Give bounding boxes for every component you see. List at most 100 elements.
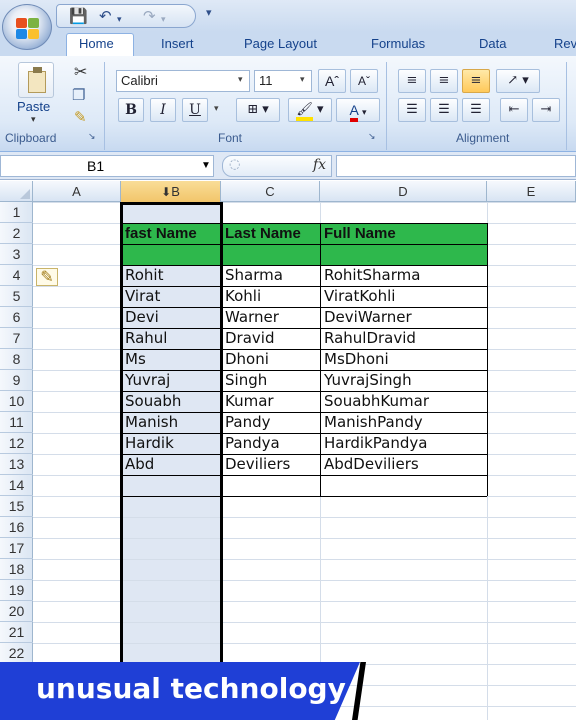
full-name-cell[interactable]: ViratKohli bbox=[320, 286, 487, 307]
full-name-cell[interactable]: HardikPandya bbox=[320, 433, 487, 454]
row-header-9[interactable]: 9 bbox=[0, 370, 33, 391]
align-top-button[interactable]: ≡ bbox=[398, 69, 426, 93]
row-header-21[interactable]: 21 bbox=[0, 622, 33, 643]
italic-button[interactable]: I bbox=[150, 98, 176, 122]
align-center-button[interactable]: ☰ bbox=[430, 98, 458, 122]
row-header-10[interactable]: 10 bbox=[0, 391, 33, 412]
fill-color-button[interactable]: 🖌 ▾ bbox=[288, 98, 332, 122]
row-header-5[interactable]: 5 bbox=[0, 286, 33, 307]
row-header-3[interactable]: 3 bbox=[0, 244, 33, 265]
last-name-cell[interactable]: Dhoni bbox=[221, 349, 320, 370]
formula-input[interactable] bbox=[336, 155, 576, 177]
row-header-20[interactable]: 20 bbox=[0, 601, 33, 622]
cut-icon[interactable]: ✂ bbox=[74, 62, 87, 81]
tab-review[interactable]: Rev bbox=[554, 36, 576, 51]
first-name-cell[interactable]: Ms bbox=[121, 349, 221, 370]
first-name-cell[interactable]: Abd bbox=[121, 454, 221, 475]
row-header-8[interactable]: 8 bbox=[0, 349, 33, 370]
row-header-16[interactable]: 16 bbox=[0, 517, 33, 538]
header-full-name[interactable]: Full Name bbox=[320, 223, 487, 244]
name-box-dropdown-icon[interactable]: ▼ bbox=[201, 156, 211, 176]
office-button[interactable] bbox=[2, 4, 52, 50]
row-header-7[interactable]: 7 bbox=[0, 328, 33, 349]
row-header-22[interactable]: 22 bbox=[0, 643, 33, 664]
paste-button[interactable]: Paste bbox=[17, 99, 50, 114]
undo-dropdown-icon[interactable]: ▾ bbox=[117, 12, 122, 28]
font-launcher-icon[interactable]: ↘ bbox=[368, 132, 376, 142]
column-header-c[interactable]: C bbox=[221, 181, 320, 202]
full-name-cell[interactable]: SouabhKumar bbox=[320, 391, 487, 412]
save-icon[interactable]: 💾 bbox=[69, 8, 88, 24]
shrink-font-button[interactable]: Aˇ bbox=[350, 69, 378, 93]
row-header-14[interactable]: 14 bbox=[0, 475, 33, 496]
font-name-input[interactable]: Calibri bbox=[116, 70, 250, 92]
column-header-d[interactable]: D bbox=[320, 181, 487, 202]
tab-page-layout[interactable]: Page Layout bbox=[244, 36, 317, 51]
column-header-a[interactable]: A bbox=[33, 181, 121, 202]
font-size-dropdown-icon[interactable]: ▾ bbox=[300, 75, 305, 85]
row-header-11[interactable]: 11 bbox=[0, 412, 33, 433]
tab-home[interactable]: Home bbox=[79, 36, 114, 51]
last-name-cell[interactable]: Pandy bbox=[221, 412, 320, 433]
full-name-cell[interactable]: ManishPandy bbox=[320, 412, 487, 433]
select-all-button[interactable] bbox=[0, 181, 33, 202]
row-header-17[interactable]: 17 bbox=[0, 538, 33, 559]
format-painter-icon[interactable]: ✎ bbox=[74, 108, 87, 126]
row-header-2[interactable]: 2 bbox=[0, 223, 33, 244]
insert-function-button[interactable]: fx bbox=[313, 157, 326, 173]
header-first-name[interactable]: fast Name bbox=[121, 223, 221, 244]
first-name-cell[interactable]: Virat bbox=[121, 286, 221, 307]
header-spacer-cell[interactable] bbox=[221, 244, 320, 265]
last-name-cell[interactable]: Dravid bbox=[221, 328, 320, 349]
row-header-19[interactable]: 19 bbox=[0, 580, 33, 601]
font-name-dropdown-icon[interactable]: ▾ bbox=[238, 75, 243, 85]
first-name-cell[interactable]: Rohit bbox=[121, 265, 221, 286]
row-header-6[interactable]: 6 bbox=[0, 307, 33, 328]
grow-font-button[interactable]: Aˆ bbox=[318, 69, 346, 93]
orientation-button[interactable]: ↗ ▾ bbox=[496, 69, 540, 93]
row-header-12[interactable]: 12 bbox=[0, 433, 33, 454]
borders-button[interactable]: ⊞ ▾ bbox=[236, 98, 280, 122]
first-name-cell[interactable]: Rahul bbox=[121, 328, 221, 349]
header-spacer-cell[interactable] bbox=[121, 244, 221, 265]
full-name-cell[interactable]: RahulDravid bbox=[320, 328, 487, 349]
column-header-e[interactable]: E bbox=[487, 181, 576, 202]
customize-qat-icon[interactable]: ▾ bbox=[206, 6, 212, 19]
increase-indent-button[interactable]: ⇥ bbox=[532, 98, 560, 122]
row-header-4[interactable]: 4 bbox=[0, 265, 33, 286]
row-header-18[interactable]: 18 bbox=[0, 559, 33, 580]
first-name-cell[interactable]: Yuvraj bbox=[121, 370, 221, 391]
bold-button[interactable]: B bbox=[118, 98, 144, 122]
full-name-cell[interactable]: RohitSharma bbox=[320, 265, 487, 286]
last-name-cell[interactable]: Kohli bbox=[221, 286, 320, 307]
copy-icon[interactable]: ❐ bbox=[72, 86, 85, 104]
header-spacer-cell[interactable] bbox=[320, 244, 487, 265]
paste-icon[interactable] bbox=[18, 62, 54, 98]
first-name-cell[interactable]: Devi bbox=[121, 307, 221, 328]
clipboard-launcher-icon[interactable]: ↘ bbox=[88, 132, 96, 142]
tab-insert[interactable]: Insert bbox=[161, 36, 194, 51]
last-name-cell[interactable]: Pandya bbox=[221, 433, 320, 454]
redo-dropdown-icon[interactable]: ▾ bbox=[161, 12, 166, 28]
first-name-cell[interactable]: Manish bbox=[121, 412, 221, 433]
tab-data[interactable]: Data bbox=[479, 36, 506, 51]
undo-icon[interactable]: ↶ bbox=[99, 8, 112, 24]
first-name-cell[interactable]: Hardik bbox=[121, 433, 221, 454]
full-name-cell[interactable]: MsDhoni bbox=[320, 349, 487, 370]
last-name-cell[interactable]: Kumar bbox=[221, 391, 320, 412]
name-box[interactable]: B1 ▼ bbox=[0, 155, 214, 177]
last-name-cell[interactable]: Singh bbox=[221, 370, 320, 391]
align-left-button[interactable]: ☰ bbox=[398, 98, 426, 122]
align-bottom-button[interactable]: ≡ bbox=[462, 69, 490, 93]
last-name-cell[interactable]: Warner bbox=[221, 307, 320, 328]
font-color-button[interactable]: A ▾ bbox=[336, 98, 380, 122]
redo-icon[interactable]: ↷ bbox=[143, 8, 156, 24]
last-name-cell[interactable]: Deviliers bbox=[221, 454, 320, 475]
underline-button[interactable]: U bbox=[182, 98, 208, 122]
align-right-button[interactable]: ☰ bbox=[462, 98, 490, 122]
header-last-name[interactable]: Last Name bbox=[221, 223, 320, 244]
underline-dropdown-icon[interactable]: ▾ bbox=[214, 104, 219, 114]
paste-dropdown-icon[interactable]: ▾ bbox=[31, 115, 36, 125]
full-name-cell[interactable]: YuvrajSingh bbox=[320, 370, 487, 391]
decrease-indent-button[interactable]: ⇤ bbox=[500, 98, 528, 122]
